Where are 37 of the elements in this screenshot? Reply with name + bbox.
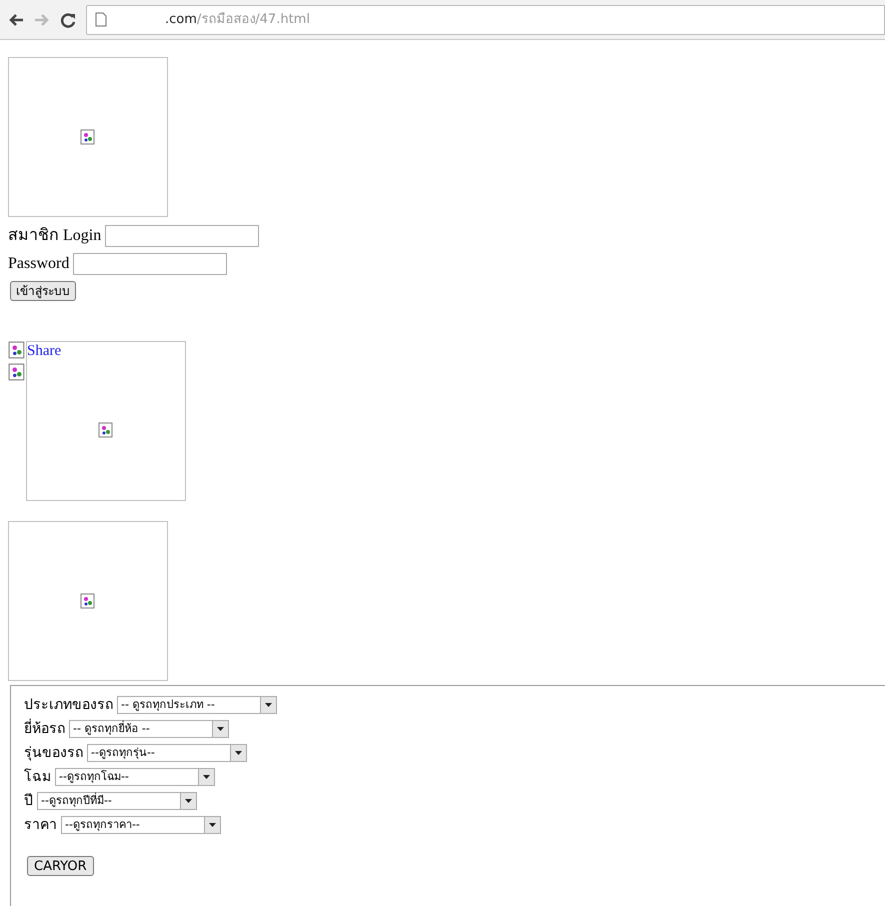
page-icon	[95, 12, 107, 27]
password-label: Password	[8, 254, 70, 274]
filter-label: โฉม	[24, 768, 51, 786]
dropdown-arrow-icon	[265, 703, 272, 707]
broken-image-icon	[8, 341, 26, 359]
search-button[interactable]: CARYOR	[27, 856, 94, 876]
reload-icon[interactable]	[60, 12, 76, 28]
broken-image-icon	[80, 593, 96, 609]
dropdown-arrow-icon	[235, 751, 242, 755]
filter-dropdown[interactable]: --ดูรถทุกราคา--	[61, 816, 221, 834]
share-link[interactable]: Share	[27, 342, 62, 360]
login-button[interactable]: เข้าสู่ระบบ	[10, 281, 76, 301]
back-icon[interactable]	[8, 12, 24, 26]
filter-label: รุ่นของรถ	[24, 744, 83, 762]
filter-dropdown[interactable]: --ดูรถทุกรุ่น--	[87, 744, 247, 762]
username-field[interactable]	[105, 225, 260, 247]
address-bar[interactable]: .com/รถมือสอง/47.html	[86, 4, 885, 34]
url-host: .com	[165, 12, 197, 27]
dropdown-arrow-icon	[217, 727, 224, 731]
username-label: สมาชิก Login	[8, 226, 102, 246]
filter-label: ประเภทของรถ	[24, 696, 113, 714]
filter-label: ยี่ห้อรถ	[24, 720, 65, 738]
dropdown-arrow-icon	[203, 775, 210, 779]
filter-label: ปี	[24, 792, 33, 810]
filter-dropdown[interactable]: -- ดูรถทุกยี่ห้อ --	[69, 720, 229, 738]
broken-image-icon	[98, 422, 114, 438]
broken-image-icon	[80, 129, 96, 145]
broken-image-icon	[8, 363, 26, 381]
password-field[interactable]	[73, 253, 228, 275]
url-path: /รถมือสอง/47.html	[196, 12, 310, 27]
filter-dropdown[interactable]: --ดูรถทุกปีที่มี--	[37, 792, 197, 810]
filter-dropdown[interactable]: -- ดูรถทุกประเภท --	[117, 696, 277, 714]
filter-dropdown[interactable]: --ดูรถทุกโฉม--	[55, 768, 215, 786]
dropdown-arrow-icon	[209, 823, 216, 827]
forward-icon[interactable]	[34, 12, 50, 26]
dropdown-arrow-icon	[185, 799, 192, 803]
filter-label: ราคา	[24, 816, 57, 834]
